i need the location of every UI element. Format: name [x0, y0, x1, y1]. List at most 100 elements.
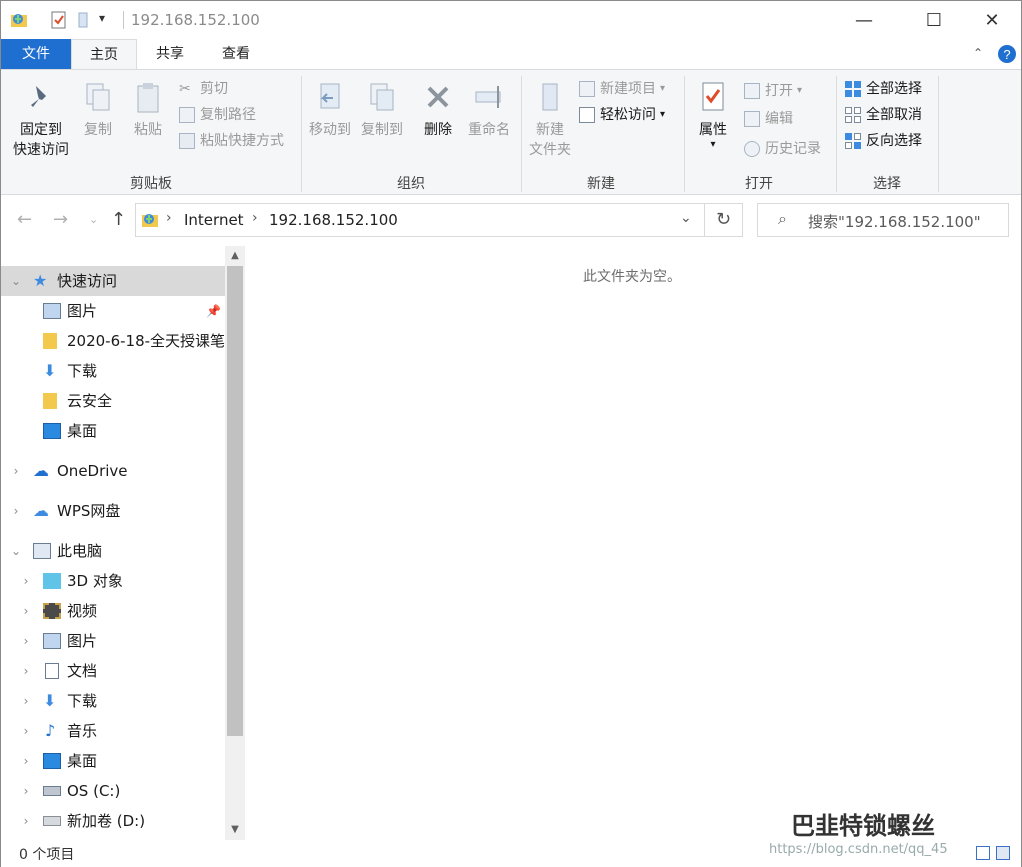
move-to-icon — [320, 83, 340, 109]
move-to-button[interactable]: 移动到 — [305, 80, 355, 140]
chevron-down-icon: ▾ — [660, 83, 666, 94]
new-folder-button[interactable]: 新建 文件夹 — [527, 80, 573, 160]
expand-chevron-icon[interactable]: › — [19, 596, 33, 626]
properties-quick-icon[interactable] — [49, 10, 69, 30]
expand-chevron-icon[interactable]: › — [19, 626, 33, 656]
address-bar[interactable]: › Internet › 192.168.152.100 ⌄ — [135, 203, 705, 237]
open-button[interactable]: 打开 ▾ — [744, 80, 802, 102]
sidebar-item-pictures[interactable]: 图片 📌 — [1, 296, 225, 326]
sidebar-item-desktop-pc[interactable]: › 桌面 — [1, 746, 225, 776]
customize-toolbar-chevron-icon[interactable]: ▾ — [99, 11, 119, 31]
expand-chevron-icon[interactable]: › — [19, 656, 33, 686]
sidebar-item-label: 桌面 — [67, 752, 98, 770]
delete-button[interactable]: 删除 — [417, 80, 459, 140]
expand-chevron-icon[interactable]: › — [9, 496, 23, 526]
sidebar-scrollbar[interactable]: ▲ ▼ — [225, 246, 245, 840]
chevron-down-icon: ▾ — [710, 139, 716, 150]
expand-chevron-icon[interactable]: › — [19, 746, 33, 776]
new-folder-quick-icon[interactable] — [75, 10, 95, 30]
search-input[interactable]: ⌕ 搜索"192.168.152.100" — [757, 203, 1009, 237]
invert-selection-button[interactable]: 反向选择 — [845, 130, 922, 152]
paste-icon — [137, 83, 159, 113]
scroll-up-icon[interactable]: ▲ — [225, 246, 245, 266]
desktop-icon — [43, 753, 61, 769]
sidebar-item-folder-notes[interactable]: 2020-6-18-全天授课笔 — [1, 326, 225, 356]
sidebar-item-desktop[interactable]: 桌面 — [1, 416, 225, 446]
rename-button[interactable]: 重命名 — [463, 80, 515, 140]
copy-button[interactable]: 复制 — [77, 80, 119, 140]
sidebar-item-this-pc[interactable]: ⌄ 此电脑 — [1, 536, 225, 566]
address-history-chevron-icon[interactable]: ⌄ — [680, 210, 692, 226]
select-none-button[interactable]: 全部取消 — [845, 104, 922, 126]
back-arrow-icon[interactable]: ← — [17, 209, 32, 230]
paste-shortcut-label: 粘贴快捷方式 — [200, 133, 284, 149]
maximize-button[interactable]: ☐ — [911, 1, 957, 39]
easy-access-button[interactable]: 轻松访问 ▾ — [579, 104, 665, 126]
refresh-button[interactable]: ↻ — [705, 203, 743, 237]
pin-quick-access-button[interactable]: 固定到 快速访问 — [7, 80, 75, 160]
sidebar-item-downloads-pc[interactable]: › ⬇ 下载 — [1, 686, 225, 716]
expand-chevron-icon[interactable]: ⌄ — [9, 536, 23, 566]
breadcrumb-separator-icon[interactable]: › — [252, 210, 258, 226]
sidebar-item-pictures-pc[interactable]: › 图片 — [1, 626, 225, 656]
sidebar-item-cloud-security[interactable]: 云安全 — [1, 386, 225, 416]
copy-to-button[interactable]: 复制到 — [357, 80, 407, 140]
new-folder-label-1: 新建 — [536, 122, 564, 138]
expand-chevron-icon[interactable]: › — [19, 716, 33, 746]
copy-path-button[interactable]: 复制路径 — [179, 104, 256, 126]
paste-button[interactable]: 粘贴 — [127, 80, 169, 140]
breadcrumb-separator-icon[interactable]: › — [166, 210, 172, 226]
tab-share[interactable]: 共享 — [137, 39, 203, 70]
sidebar-item-wps-drive[interactable]: › ☁ WPS网盘 — [1, 496, 225, 526]
minimize-button[interactable]: — — [841, 1, 887, 39]
chevron-down-icon: ▾ — [660, 109, 666, 120]
expand-chevron-icon[interactable]: › — [19, 566, 33, 596]
new-item-button[interactable]: 新建项目 ▾ — [579, 78, 665, 100]
sidebar-item-music[interactable]: › ♪ 音乐 — [1, 716, 225, 746]
expand-chevron-icon[interactable]: ⌄ — [9, 266, 23, 296]
collapse-ribbon-icon[interactable]: ⌃ — [973, 46, 983, 60]
group-divider — [521, 76, 522, 192]
cut-button[interactable]: ✂ 剪切 — [179, 78, 228, 100]
sidebar-item-onedrive[interactable]: › ☁ OneDrive — [1, 456, 225, 486]
sidebar-item-videos[interactable]: › 视频 — [1, 596, 225, 626]
details-view-icon[interactable] — [976, 846, 990, 860]
paste-shortcut-button[interactable]: 粘贴快捷方式 — [179, 130, 284, 152]
expand-chevron-icon[interactable]: › — [19, 776, 33, 806]
select-none-icon — [845, 107, 861, 123]
large-icons-view-icon[interactable] — [996, 846, 1010, 860]
tab-view[interactable]: 查看 — [203, 39, 269, 70]
sidebar-item-documents[interactable]: › 文档 — [1, 656, 225, 686]
scroll-down-icon[interactable]: ▼ — [225, 820, 245, 840]
up-arrow-icon[interactable]: ↑ — [111, 209, 126, 230]
sidebar-item-drive-c[interactable]: › OS (C:) — [1, 776, 225, 806]
sidebar-item-label: 新加卷 (D:) — [67, 812, 146, 830]
sidebar-item-downloads[interactable]: ⬇ 下载 — [1, 356, 225, 386]
forward-arrow-icon[interactable]: → — [53, 209, 68, 230]
sidebar-item-quick-access[interactable]: ⌄ ★ 快速访问 — [1, 266, 225, 296]
download-arrow-icon: ⬇ — [43, 361, 57, 380]
expand-chevron-icon[interactable]: › — [19, 686, 33, 716]
tab-home[interactable]: 主页 — [71, 39, 137, 70]
edit-label: 编辑 — [765, 111, 793, 127]
recent-locations-chevron-icon[interactable]: ⌄ — [89, 213, 98, 226]
scroll-thumb[interactable] — [227, 266, 243, 736]
edit-button[interactable]: 编辑 — [744, 108, 793, 130]
help-icon[interactable]: ? — [997, 44, 1017, 64]
title-separator — [123, 11, 124, 29]
expand-chevron-icon[interactable]: › — [19, 806, 33, 836]
expand-chevron-icon[interactable]: › — [9, 456, 23, 486]
properties-button[interactable]: 属性 ▾ — [691, 80, 735, 150]
history-button[interactable]: 历史记录 — [744, 138, 821, 160]
tab-file[interactable]: 文件 — [1, 39, 71, 70]
breadcrumb-host[interactable]: 192.168.152.100 — [269, 211, 398, 229]
select-all-button[interactable]: 全部选择 — [845, 78, 922, 100]
windows-drive-icon — [43, 786, 61, 796]
group-divider — [684, 76, 685, 192]
breadcrumb-internet[interactable]: Internet — [184, 211, 244, 229]
close-button[interactable]: ✕ — [969, 1, 1015, 39]
sidebar-item-3d-objects[interactable]: › 3D 对象 — [1, 566, 225, 596]
sidebar-item-drive-d[interactable]: › 新加卷 (D:) — [1, 806, 225, 836]
file-list-pane[interactable]: 此文件夹为空。 — [245, 246, 1021, 840]
svg-text:?: ? — [1003, 47, 1010, 62]
